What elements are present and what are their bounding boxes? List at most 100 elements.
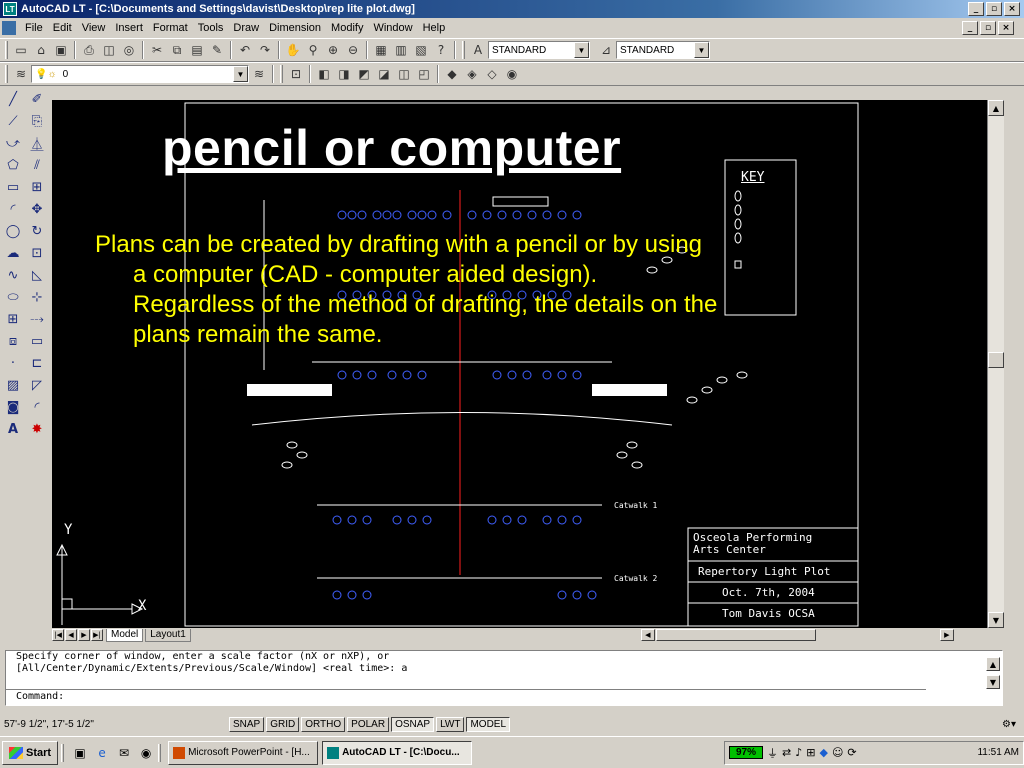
volume-icon[interactable]: ♪ bbox=[795, 746, 802, 759]
menu-format[interactable]: Format bbox=[148, 22, 193, 34]
toolbar-grip[interactable] bbox=[462, 41, 465, 59]
dim-style-dropdown[interactable]: STANDARD ▼ bbox=[616, 41, 710, 59]
region-icon[interactable]: ◙ bbox=[2, 396, 24, 418]
insert-block-icon[interactable]: ⊞ bbox=[2, 308, 24, 330]
media-player-icon[interactable]: ◉ bbox=[137, 744, 155, 762]
array-icon[interactable]: ⊞ bbox=[26, 176, 48, 198]
toolbar-grip[interactable] bbox=[5, 41, 8, 59]
stretch-icon[interactable]: ◺ bbox=[26, 264, 48, 286]
lwt-toggle[interactable]: LWT bbox=[436, 716, 465, 732]
make-block-icon[interactable]: ⧈ bbox=[2, 330, 24, 352]
print-icon[interactable]: ⎙ bbox=[79, 40, 99, 60]
toolbar-grip[interactable] bbox=[5, 65, 8, 83]
layer-manager-icon[interactable]: ≋ bbox=[11, 64, 31, 84]
chevron-down-icon[interactable]: ▼ bbox=[574, 42, 589, 58]
view-back-icon[interactable]: ◪ bbox=[374, 64, 394, 84]
battery-indicator[interactable]: 97% bbox=[729, 746, 764, 759]
extend-icon[interactable]: ⤏ bbox=[26, 308, 48, 330]
fillet-icon[interactable]: ◜ bbox=[26, 396, 48, 418]
arc-icon[interactable]: ◜ bbox=[2, 198, 24, 220]
tab-layout1[interactable]: Layout1 bbox=[145, 628, 191, 642]
security-icon[interactable]: ◆ bbox=[819, 746, 827, 759]
view-bottom-icon[interactable]: ◫ bbox=[394, 64, 414, 84]
view-ne-iso-icon[interactable]: ◈ bbox=[462, 64, 482, 84]
circle-icon[interactable]: ◯ bbox=[2, 220, 24, 242]
open-icon[interactable]: ⌂ bbox=[31, 40, 51, 60]
messenger-icon[interactable]: ☺ bbox=[832, 746, 843, 759]
minimize-button[interactable]: _ bbox=[968, 2, 984, 16]
view-right-icon[interactable]: ◩ bbox=[354, 64, 374, 84]
menu-file[interactable]: File bbox=[20, 22, 48, 34]
preview-icon[interactable]: ◫ bbox=[99, 40, 119, 60]
camera-icon[interactable]: ◉ bbox=[502, 64, 522, 84]
spline-icon[interactable]: ∿ bbox=[2, 264, 24, 286]
view-top-icon[interactable]: ⊡ bbox=[286, 64, 306, 84]
save-icon[interactable]: ▣ bbox=[51, 40, 71, 60]
scroll-up-icon[interactable]: ▲ bbox=[988, 100, 1004, 116]
zoom-realtime-icon[interactable]: ⚲ bbox=[303, 40, 323, 60]
menu-tools[interactable]: Tools bbox=[193, 22, 229, 34]
copy-icon[interactable]: ⧉ bbox=[167, 40, 187, 60]
last-tab-icon[interactable]: ▶| bbox=[91, 629, 103, 641]
rectangle-icon[interactable]: ▭ bbox=[2, 176, 24, 198]
first-tab-icon[interactable]: |◀ bbox=[52, 629, 64, 641]
scroll-left-icon[interactable]: ◀ bbox=[640, 629, 655, 641]
layer-dropdown[interactable]: 💡☼ 0 ▼ bbox=[31, 65, 249, 83]
grid-toggle[interactable]: GRID bbox=[266, 716, 300, 732]
view-front-icon[interactable]: ◧ bbox=[314, 64, 334, 84]
vertical-scrollbar[interactable]: ▲ ▼ bbox=[987, 100, 1004, 628]
help-icon[interactable]: ? bbox=[431, 40, 451, 60]
tool-palettes-icon[interactable]: ▧ bbox=[411, 40, 431, 60]
menu-modify[interactable]: Modify bbox=[326, 22, 368, 34]
prev-tab-icon[interactable]: ◀ bbox=[65, 629, 77, 641]
design-center-icon[interactable]: ▥ bbox=[391, 40, 411, 60]
scale-icon[interactable]: ⊡ bbox=[26, 242, 48, 264]
zoom-window-icon[interactable]: ⊕ bbox=[323, 40, 343, 60]
menu-help[interactable]: Help bbox=[418, 22, 451, 34]
outlook-icon[interactable]: ✉ bbox=[115, 744, 133, 762]
ellipse-icon[interactable]: ⬭ bbox=[2, 286, 24, 308]
match-properties-icon[interactable]: ✎ bbox=[207, 40, 227, 60]
doc-close-button[interactable]: × bbox=[998, 21, 1014, 35]
hscroll-thumb[interactable] bbox=[655, 629, 816, 641]
zoom-previous-icon[interactable]: ⊖ bbox=[343, 40, 363, 60]
copy-object-icon[interactable]: ⎘ bbox=[26, 110, 48, 132]
menu-draw[interactable]: Draw bbox=[228, 22, 264, 34]
pan-icon[interactable]: ✋ bbox=[283, 40, 303, 60]
scroll-thumb[interactable] bbox=[988, 352, 1004, 368]
taskbar-powerpoint[interactable]: Microsoft PowerPoint - [H... bbox=[168, 740, 319, 765]
view-nw-iso-icon[interactable]: ◇ bbox=[482, 64, 502, 84]
text-style-dropdown[interactable]: STANDARD ▼ bbox=[488, 41, 590, 59]
snap-toggle[interactable]: SNAP bbox=[229, 716, 265, 732]
move-icon[interactable]: ✥ bbox=[26, 198, 48, 220]
polygon-icon[interactable]: ⬠ bbox=[2, 154, 24, 176]
scroll-right-icon[interactable]: ▶ bbox=[939, 629, 954, 641]
toolbar-grip[interactable] bbox=[280, 65, 283, 83]
trim-icon[interactable]: ⊹ bbox=[26, 286, 48, 308]
tab-model[interactable]: Model bbox=[106, 628, 144, 642]
offset-icon[interactable]: ⫽ bbox=[26, 154, 48, 176]
make-current-layer-icon[interactable]: ≋ bbox=[249, 64, 269, 84]
view-left-icon[interactable]: ◨ bbox=[334, 64, 354, 84]
chevron-down-icon[interactable]: ▼ bbox=[233, 66, 248, 82]
menu-insert[interactable]: Insert bbox=[110, 22, 148, 34]
undo-icon[interactable]: ↶ bbox=[235, 40, 255, 60]
polyline-icon[interactable]: ⤻ bbox=[2, 132, 24, 154]
drawing-area[interactable]: pencil or computer Plans can be created … bbox=[52, 100, 987, 628]
cmd-scroll-down-icon[interactable]: ▼ bbox=[986, 675, 1000, 689]
hatch-icon[interactable]: ▨ bbox=[2, 374, 24, 396]
cmd-scroll-up-icon[interactable]: ▲ bbox=[986, 657, 1000, 671]
cut-icon[interactable]: ✂ bbox=[147, 40, 167, 60]
menu-view[interactable]: View bbox=[77, 22, 111, 34]
join-icon[interactable]: ⊏ bbox=[26, 352, 48, 374]
break-icon[interactable]: ▭ bbox=[26, 330, 48, 352]
network-icon[interactable]: ⇄ bbox=[782, 746, 791, 759]
internet-explorer-icon[interactable]: e bbox=[93, 744, 111, 762]
ortho-toggle[interactable]: ORTHO bbox=[301, 716, 346, 732]
chamfer-icon[interactable]: ◸ bbox=[26, 374, 48, 396]
close-button[interactable]: × bbox=[1004, 2, 1020, 16]
show-desktop-icon[interactable]: ▣ bbox=[71, 744, 89, 762]
view-sw-iso-icon[interactable]: ◰ bbox=[414, 64, 434, 84]
start-button[interactable]: Start bbox=[2, 740, 59, 765]
osnap-toggle[interactable]: OSNAP bbox=[391, 716, 435, 732]
